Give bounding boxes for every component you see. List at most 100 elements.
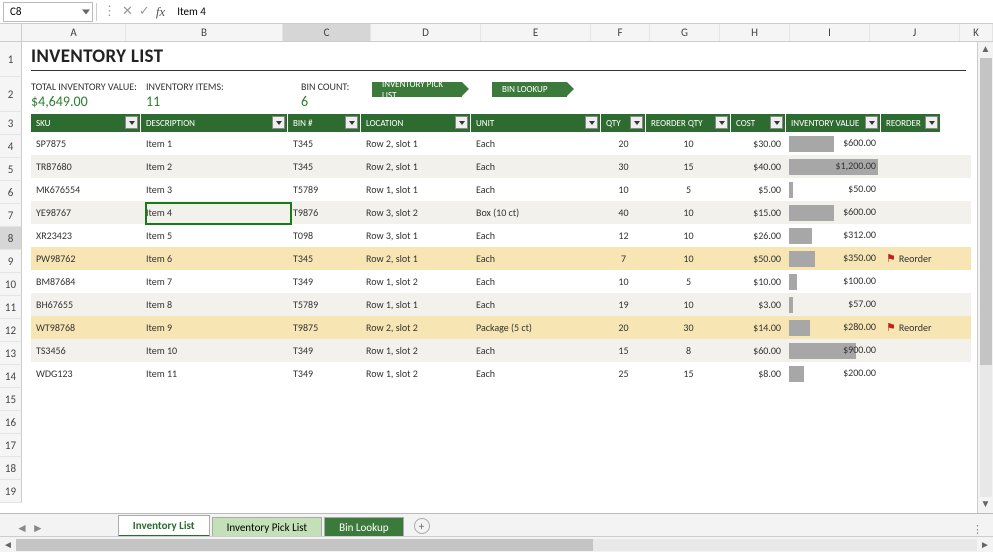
col-a[interactable]: A <box>22 24 126 41</box>
cell-unit[interactable]: Each <box>471 339 601 362</box>
cell-reorder[interactable] <box>881 178 941 201</box>
cell-reqty[interactable]: 30 <box>646 316 731 339</box>
cell-reorder[interactable] <box>881 362 941 385</box>
cell-desc[interactable]: Item 11 <box>141 362 288 385</box>
cell-bin[interactable]: T9876 <box>288 201 361 224</box>
cell-qty[interactable]: 12 <box>601 224 646 247</box>
filter-icon[interactable] <box>865 116 878 129</box>
filter-icon[interactable] <box>455 116 468 129</box>
table-row[interactable]: BM87684Item 7T349Row 1, slot 2Each105$10… <box>31 270 971 293</box>
cell-loc[interactable]: Row 2, slot 1 <box>361 132 471 155</box>
cell-loc[interactable]: Row 3, slot 1 <box>361 224 471 247</box>
cell-cost[interactable]: $3.00 <box>731 293 786 316</box>
cell-bin[interactable]: T345 <box>288 247 361 270</box>
cell-unit[interactable]: Each <box>471 132 601 155</box>
cell-unit[interactable]: Each <box>471 270 601 293</box>
cell-cost[interactable]: $10.00 <box>731 270 786 293</box>
cell-desc[interactable]: Item 10 <box>141 339 288 362</box>
cell-desc[interactable]: Item 3 <box>141 178 288 201</box>
table-row[interactable]: WDG123Item 11T349Row 1, slot 2Each2515$8… <box>31 362 971 385</box>
cell-value[interactable]: $350.00 <box>786 247 881 270</box>
row-10[interactable]: 10 <box>0 273 22 296</box>
row-13[interactable]: 13 <box>0 342 22 365</box>
cell-unit[interactable]: Each <box>471 155 601 178</box>
cell-value[interactable]: $600.00 <box>786 132 881 155</box>
cell-sku[interactable]: BH67655 <box>31 293 141 316</box>
table-row[interactable]: YE98767Item 4T9876Row 3, slot 2Box (10 c… <box>31 201 971 224</box>
cell-qty[interactable]: 7 <box>601 247 646 270</box>
cell-loc[interactable]: Row 1, slot 2 <box>361 339 471 362</box>
cell-reorder[interactable]: ⚑Reorder <box>881 316 941 339</box>
row-16[interactable]: 16 <box>0 411 22 434</box>
scroll-left-icon[interactable]: ◄ <box>0 538 16 551</box>
cell-unit[interactable]: Package (5 ct) <box>471 316 601 339</box>
dots-icon[interactable]: ⋮ <box>972 523 983 536</box>
cell-reorder[interactable] <box>881 201 941 224</box>
cell-loc[interactable]: Row 3, slot 2 <box>361 201 471 224</box>
cell-value[interactable]: $600.00 <box>786 201 881 224</box>
cell-loc[interactable]: Row 1, slot 1 <box>361 178 471 201</box>
vscroll-thumb[interactable] <box>980 58 992 365</box>
cell-desc[interactable]: Item 9 <box>141 316 288 339</box>
filter-icon[interactable] <box>770 116 783 129</box>
th-reorder[interactable]: REORDER <box>881 114 941 132</box>
cell-unit[interactable]: Each <box>471 293 601 316</box>
cell-qty[interactable]: 25 <box>601 362 646 385</box>
row-9[interactable]: 9 <box>0 250 22 273</box>
cell-sku[interactable]: SP7875 <box>31 132 141 155</box>
cell-reorder[interactable] <box>881 339 941 362</box>
cell-desc[interactable]: Item 5 <box>141 224 288 247</box>
cell-sku[interactable]: MK676554 <box>31 178 141 201</box>
table-row[interactable]: MK676554Item 3T5789Row 1, slot 1Each105$… <box>31 178 971 201</box>
cell-desc[interactable]: Item 1 <box>141 132 288 155</box>
th-reorder-qty[interactable]: REORDER QTY <box>646 114 731 132</box>
cell-value[interactable]: $57.00 <box>786 293 881 316</box>
horizontal-scrollbar[interactable]: ◄ ► <box>0 536 993 552</box>
cell-sku[interactable]: TS3456 <box>31 339 141 362</box>
cell-sku[interactable]: TR87680 <box>31 155 141 178</box>
cell-value[interactable]: $280.00 <box>786 316 881 339</box>
cell-reqty[interactable]: 15 <box>646 362 731 385</box>
table-row[interactable]: TR87680Item 2T345Row 2, slot 1Each3015$4… <box>31 155 971 178</box>
th-sku[interactable]: SKU <box>31 114 141 132</box>
row-3[interactable]: 3 <box>0 112 22 135</box>
cell-reqty[interactable]: 10 <box>646 247 731 270</box>
th-unit[interactable]: UNIT <box>471 114 601 132</box>
cell-desc[interactable]: Item 7 <box>141 270 288 293</box>
vscroll-track[interactable] <box>980 58 992 497</box>
cell-loc[interactable]: Row 2, slot 1 <box>361 155 471 178</box>
grid[interactable]: INVENTORY LIST TOTAL INVENTORY VALUE: $4… <box>22 42 993 503</box>
cell-cost[interactable]: $8.00 <box>731 362 786 385</box>
cell-sku[interactable]: WT98768 <box>31 316 141 339</box>
table-row[interactable]: BH67655Item 8T5789Row 1, slot 1Each1910$… <box>31 293 971 316</box>
cell-loc[interactable]: Row 1, slot 1 <box>361 293 471 316</box>
col-d[interactable]: D <box>371 24 481 41</box>
scroll-up-icon[interactable]: ▲ <box>981 42 991 58</box>
table-row[interactable]: PW98762Item 6T345Row 2, slot 1Each710$50… <box>31 247 971 270</box>
cell-qty[interactable]: 20 <box>601 132 646 155</box>
cell-bin[interactable]: T098 <box>288 224 361 247</box>
col-i[interactable]: I <box>790 24 870 41</box>
row-12[interactable]: 12 <box>0 319 22 342</box>
cell-loc[interactable]: Row 1, slot 2 <box>361 362 471 385</box>
cell-bin[interactable]: T349 <box>288 362 361 385</box>
row-14[interactable]: 14 <box>0 365 22 388</box>
cell-bin[interactable]: T349 <box>288 270 361 293</box>
name-box[interactable]: C8 <box>3 2 93 22</box>
cell-reqty[interactable]: 10 <box>646 132 731 155</box>
table-row[interactable]: SP7875Item 1T345Row 2, slot 1Each2010$30… <box>31 132 971 155</box>
cell-value[interactable]: $100.00 <box>786 270 881 293</box>
vertical-scrollbar[interactable]: ▲ ▼ <box>977 42 993 513</box>
cell-loc[interactable]: Row 1, slot 2 <box>361 270 471 293</box>
scroll-down-icon[interactable]: ▼ <box>981 497 991 513</box>
cell-reorder[interactable] <box>881 293 941 316</box>
chip-bin-lookup[interactable]: BIN LOOKUP <box>492 82 567 97</box>
cell-value[interactable]: $200.00 <box>786 362 881 385</box>
cell-bin[interactable]: T5789 <box>288 293 361 316</box>
col-k[interactable]: K <box>960 24 993 41</box>
th-location[interactable]: LOCATION <box>361 114 471 132</box>
cell-reorder[interactable]: ⚑Reorder <box>881 247 941 270</box>
cell-sku[interactable]: PW98762 <box>31 247 141 270</box>
cell-reqty[interactable]: 10 <box>646 201 731 224</box>
scroll-right-icon[interactable]: ► <box>977 538 993 551</box>
